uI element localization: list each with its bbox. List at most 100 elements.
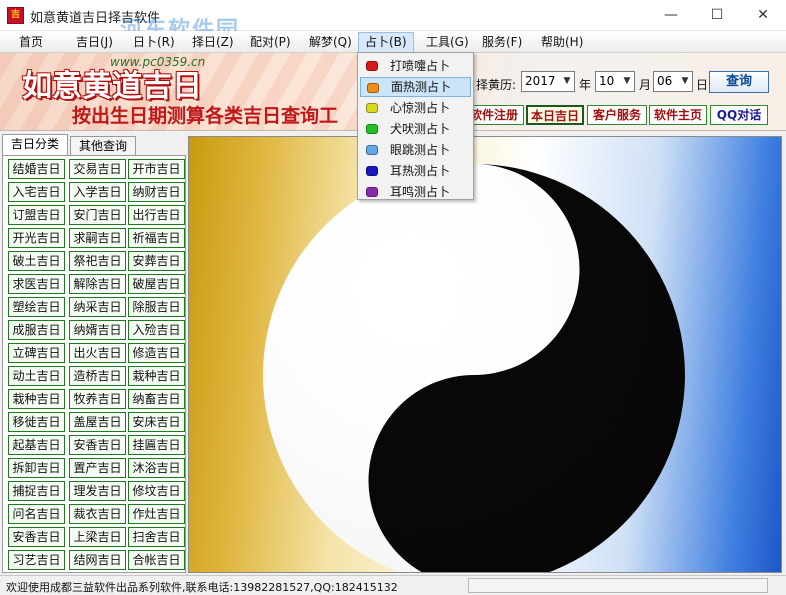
status-bar: 欢迎使用成都三益软件出品系列软件,联系电话:13982281527,QQ:182… xyxy=(0,575,786,595)
category-button[interactable]: 修坟吉日 xyxy=(128,481,185,501)
banner-logo: 如意黄道吉日 xyxy=(22,69,202,104)
category-button[interactable]: 除服吉日 xyxy=(128,297,185,317)
category-button[interactable]: 移徙吉日 xyxy=(8,412,65,432)
category-button[interactable]: 牧养吉日 xyxy=(69,389,126,409)
qq-chat-button[interactable]: QQ对话 xyxy=(710,105,768,125)
category-button[interactable]: 起基吉日 xyxy=(8,435,65,455)
menu-zhanbu[interactable]: 占卜(B) xyxy=(358,32,414,53)
menu-home[interactable]: 首页 xyxy=(17,34,45,50)
category-button[interactable]: 破土吉日 xyxy=(8,251,65,271)
category-button[interactable]: 开光吉日 xyxy=(8,228,65,248)
category-button[interactable]: 订盟吉日 xyxy=(8,205,65,225)
category-button[interactable]: 纳婿吉日 xyxy=(69,320,126,340)
year-unit: 年 xyxy=(579,78,592,92)
day-value: 06 xyxy=(657,74,673,88)
category-button[interactable]: 纳财吉日 xyxy=(128,182,185,202)
category-button[interactable]: 造桥吉日 xyxy=(69,366,126,386)
menu-ribu[interactable]: 日卜(R) xyxy=(131,34,177,50)
month-select[interactable]: 10 ▼ xyxy=(595,71,635,92)
dropdown-item[interactable]: 耳热测占卜 xyxy=(360,161,471,181)
menu-service[interactable]: 服务(F) xyxy=(480,34,524,50)
bullet-icon xyxy=(366,61,378,71)
app-icon: 吉 xyxy=(7,7,24,24)
yin-yang-image xyxy=(188,136,782,573)
status-text: 欢迎使用成都三益软件出品系列软件,联系电话:13982281527,QQ:182… xyxy=(6,581,398,594)
category-button[interactable]: 塑绘吉日 xyxy=(8,297,65,317)
category-button[interactable]: 交易吉日 xyxy=(69,159,126,179)
category-button[interactable]: 习艺吉日 xyxy=(8,550,65,570)
category-button[interactable]: 置产吉日 xyxy=(69,458,126,478)
date-label: 择黄历: xyxy=(476,78,517,92)
menu-tools[interactable]: 工具(G) xyxy=(424,34,471,50)
menu-bar: 首页 吉日(J) 日卜(R) 择日(Z) 配对(P) 解梦(Q) 占卜(B) 工… xyxy=(0,31,786,53)
category-button[interactable]: 出行吉日 xyxy=(128,205,185,225)
category-button[interactable]: 解除吉日 xyxy=(69,274,126,294)
category-button[interactable]: 立碑吉日 xyxy=(8,343,65,363)
category-button[interactable]: 沐浴吉日 xyxy=(128,458,185,478)
category-button[interactable]: 修造吉日 xyxy=(128,343,185,363)
category-button[interactable]: 捕捉吉日 xyxy=(8,481,65,501)
menu-zeri[interactable]: 择日(Z) xyxy=(190,34,236,50)
category-button[interactable]: 入学吉日 xyxy=(69,182,126,202)
today-lucky-button[interactable]: 本日吉日 xyxy=(526,105,584,125)
chevron-down-icon: ▼ xyxy=(623,76,631,86)
category-button[interactable]: 安香吉日 xyxy=(8,527,65,547)
category-button[interactable]: 问名吉日 xyxy=(8,504,65,524)
category-button[interactable]: 入宅吉日 xyxy=(8,182,65,202)
category-button[interactable]: 求嗣吉日 xyxy=(69,228,126,248)
minimize-button[interactable]: — xyxy=(648,0,694,31)
maximize-button[interactable]: ☐ xyxy=(694,0,740,31)
tab-other-queries[interactable]: 其他查询 xyxy=(70,136,136,156)
dropdown-item-label: 面热测占卜 xyxy=(391,80,452,94)
dropdown-item[interactable]: 犬吠测占卜 xyxy=(360,119,471,139)
dropdown-item-label: 打喷嚏占卜 xyxy=(390,59,451,73)
category-button[interactable]: 纳畜吉日 xyxy=(128,389,185,409)
category-button[interactable]: 成服吉日 xyxy=(8,320,65,340)
dropdown-item[interactable]: 眼跳测占卜 xyxy=(360,140,471,160)
category-button[interactable]: 结婚吉日 xyxy=(8,159,65,179)
category-button[interactable]: 作灶吉日 xyxy=(128,504,185,524)
category-button[interactable]: 合帐吉日 xyxy=(128,550,185,570)
category-button[interactable]: 挂匾吉日 xyxy=(128,435,185,455)
category-button[interactable]: 安葬吉日 xyxy=(128,251,185,271)
day-select[interactable]: 06 ▼ xyxy=(653,71,693,92)
category-button[interactable]: 求医吉日 xyxy=(8,274,65,294)
dropdown-item-label: 心惊测占卜 xyxy=(390,101,451,115)
dropdown-item[interactable]: 面热测占卜 xyxy=(360,77,471,97)
category-button[interactable]: 入殓吉日 xyxy=(128,320,185,340)
category-button[interactable]: 理发吉日 xyxy=(69,481,126,501)
category-button[interactable]: 结网吉日 xyxy=(69,550,126,570)
menu-peidui[interactable]: 配对(P) xyxy=(248,34,293,50)
category-button[interactable]: 动土吉日 xyxy=(8,366,65,386)
category-button[interactable]: 出火吉日 xyxy=(69,343,126,363)
category-button[interactable]: 祭祀吉日 xyxy=(69,251,126,271)
category-button[interactable]: 栽种吉日 xyxy=(128,366,185,386)
category-button[interactable]: 安门吉日 xyxy=(69,205,126,225)
dropdown-item[interactable]: 打喷嚏占卜 xyxy=(360,56,471,76)
menu-help[interactable]: 帮助(H) xyxy=(539,34,585,50)
bullet-icon xyxy=(367,83,379,93)
close-button[interactable]: ✕ xyxy=(740,0,786,31)
category-button[interactable]: 纳采吉日 xyxy=(69,297,126,317)
category-button[interactable]: 拆卸吉日 xyxy=(8,458,65,478)
dropdown-item-label: 犬吠测占卜 xyxy=(390,122,451,136)
category-button[interactable]: 盖屋吉日 xyxy=(69,412,126,432)
category-button[interactable]: 裁衣吉日 xyxy=(69,504,126,524)
dropdown-item[interactable]: 耳鸣测占卜 xyxy=(360,182,471,202)
category-button[interactable]: 上梁吉日 xyxy=(69,527,126,547)
menu-jiemeng[interactable]: 解梦(Q) xyxy=(307,34,354,50)
homepage-button[interactable]: 软件主页 xyxy=(649,105,707,125)
category-button[interactable]: 安香吉日 xyxy=(69,435,126,455)
category-button[interactable]: 开市吉日 xyxy=(128,159,185,179)
menu-jiri[interactable]: 吉日(J) xyxy=(74,34,115,50)
query-button[interactable]: 查询 xyxy=(709,71,769,93)
category-button[interactable]: 扫舍吉日 xyxy=(128,527,185,547)
category-button[interactable]: 安床吉日 xyxy=(128,412,185,432)
tab-categories[interactable]: 吉日分类 xyxy=(2,134,68,156)
category-button[interactable]: 祈福吉日 xyxy=(128,228,185,248)
dropdown-item[interactable]: 心惊测占卜 xyxy=(360,98,471,118)
customer-service-button[interactable]: 客户服务 xyxy=(587,105,647,125)
category-button[interactable]: 栽种吉日 xyxy=(8,389,65,409)
year-select[interactable]: 2017 ▼ xyxy=(521,71,575,92)
category-button[interactable]: 破屋吉日 xyxy=(128,274,185,294)
